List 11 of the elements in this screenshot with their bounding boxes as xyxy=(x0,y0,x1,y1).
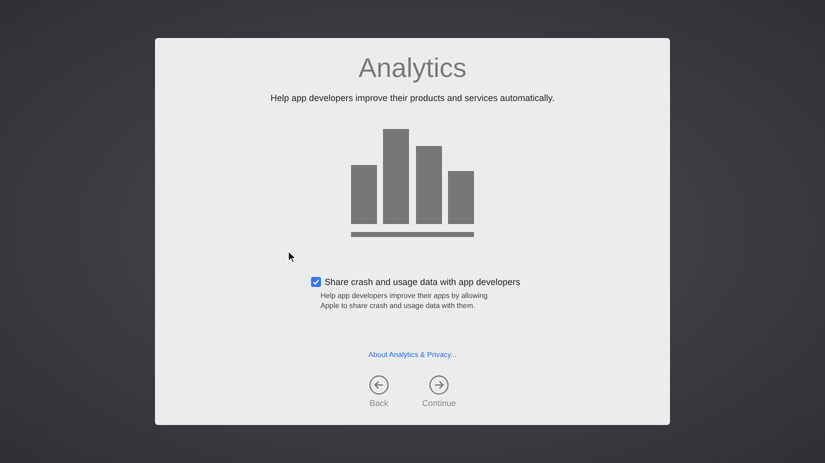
chart-bar xyxy=(350,165,376,224)
share-checkbox[interactable] xyxy=(310,277,320,287)
mouse-pointer-icon xyxy=(288,251,296,263)
continue-button[interactable]: Continue xyxy=(422,375,456,408)
subtitle: Help app developers improve their products and services automatically. xyxy=(270,93,554,104)
left-arrow-circle-icon xyxy=(368,375,389,395)
page-title: Analytics xyxy=(358,52,467,84)
back-button[interactable]: Back xyxy=(368,375,389,408)
checkbox-label: Share crash and usage data with app developers xyxy=(324,277,520,287)
right-arrow-circle-icon xyxy=(429,375,449,395)
chart-bar xyxy=(448,171,474,224)
